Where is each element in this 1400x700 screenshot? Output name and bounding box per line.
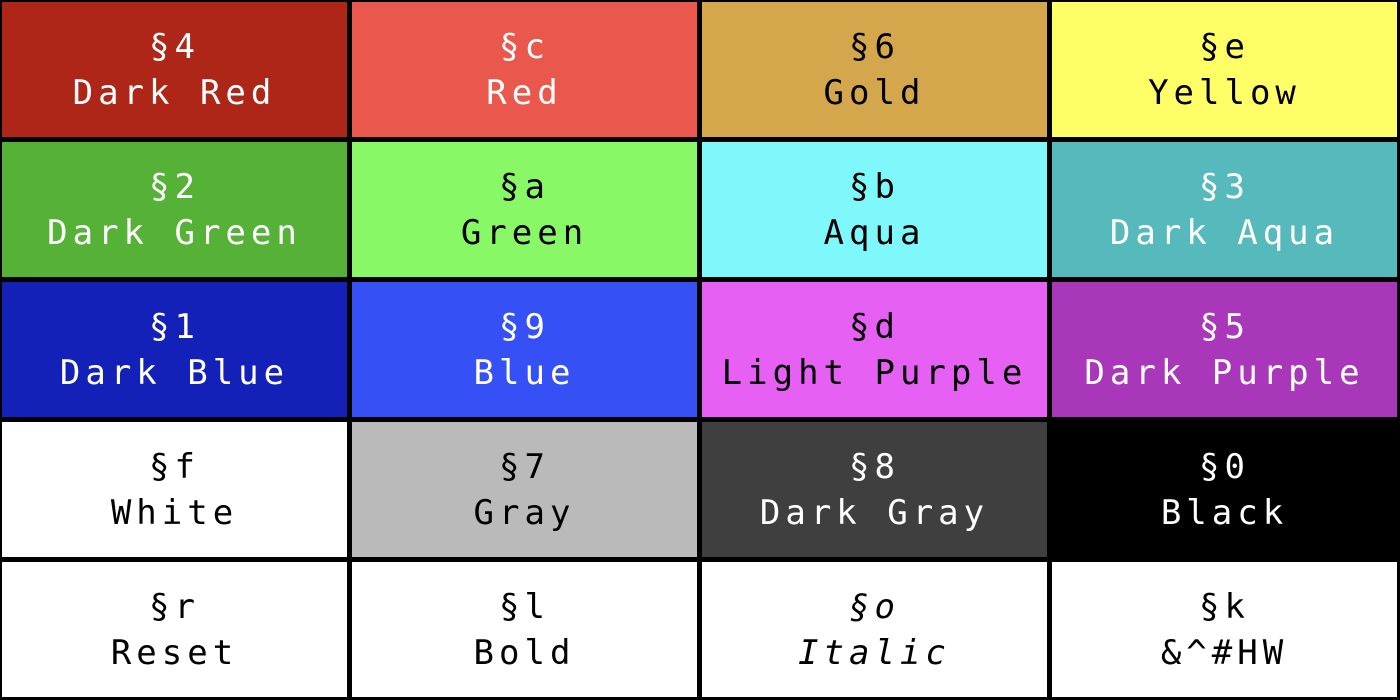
format-code: §o [849, 586, 900, 627]
color-code: §b [849, 166, 900, 207]
color-name: Dark Green [47, 212, 302, 253]
color-code: §9 [499, 306, 550, 347]
color-code: §3 [1199, 166, 1250, 207]
color-name: Gold [823, 72, 926, 113]
color-name: Dark Gray [759, 492, 990, 533]
color-code: §a [499, 166, 550, 207]
color-code: §f [149, 446, 200, 487]
color-code: §8 [849, 446, 900, 487]
color-name: Red [486, 72, 563, 113]
color-swatch-dark-aqua: §3 Dark Aqua [1052, 142, 1397, 277]
color-swatch-gray: §7 Gray [352, 422, 697, 557]
color-swatch-light-purple: §d Light Purple [702, 282, 1047, 417]
color-swatch-yellow: §e Yellow [1052, 2, 1397, 137]
color-swatch-dark-green: §2 Dark Green [2, 142, 347, 277]
color-name: Yellow [1148, 72, 1301, 113]
color-swatch-gold: §6 Gold [702, 2, 1047, 137]
format-swatch-obfuscated: §k &^#HW [1052, 562, 1397, 697]
color-code: §1 [149, 306, 200, 347]
format-swatch-italic: §o Italic [702, 562, 1047, 697]
color-swatch-blue: §9 Blue [352, 282, 697, 417]
color-name: White [110, 492, 239, 533]
color-swatch-dark-blue: §1 Dark Blue [2, 282, 347, 417]
color-swatch-aqua: §b Aqua [702, 142, 1047, 277]
color-code: §4 [149, 26, 200, 67]
format-swatch-reset: §r Reset [2, 562, 347, 697]
format-name: &^#HW [1160, 632, 1289, 673]
color-name: Dark Purple [1084, 352, 1365, 393]
format-code: §r [149, 586, 200, 627]
format-name: Bold [473, 632, 576, 673]
color-swatch-black: §0 Black [1052, 422, 1397, 557]
color-code: §d [849, 306, 900, 347]
color-name: Blue [473, 352, 576, 393]
color-code: §0 [1199, 446, 1250, 487]
color-code: §5 [1199, 306, 1250, 347]
format-code: §k [1199, 586, 1250, 627]
color-code: §2 [149, 166, 200, 207]
color-name: Black [1160, 492, 1289, 533]
format-code: §l [499, 586, 550, 627]
color-name: Dark Aqua [1109, 212, 1340, 253]
color-code: §7 [499, 446, 550, 487]
color-swatch-white: §f White [2, 422, 347, 557]
color-swatch-dark-purple: §5 Dark Purple [1052, 282, 1397, 417]
format-name: Italic [798, 632, 951, 673]
color-swatch-red: §c Red [352, 2, 697, 137]
color-name: Light Purple [721, 352, 1028, 393]
color-name: Aqua [823, 212, 926, 253]
format-swatch-bold: §l Bold [352, 562, 697, 697]
color-code: §c [499, 26, 550, 67]
format-name: Reset [110, 632, 239, 673]
color-name: Green [460, 212, 589, 253]
color-code: §6 [849, 26, 900, 67]
color-code-grid: §4 Dark Red §c Red §6 Gold §e Yellow §2 … [0, 0, 1400, 700]
color-name: Gray [473, 492, 576, 533]
color-name: Dark Red [72, 72, 277, 113]
color-swatch-dark-red: §4 Dark Red [2, 2, 347, 137]
color-swatch-dark-gray: §8 Dark Gray [702, 422, 1047, 557]
color-swatch-green: §a Green [352, 142, 697, 277]
color-code: §e [1199, 26, 1250, 67]
color-name: Dark Blue [59, 352, 290, 393]
